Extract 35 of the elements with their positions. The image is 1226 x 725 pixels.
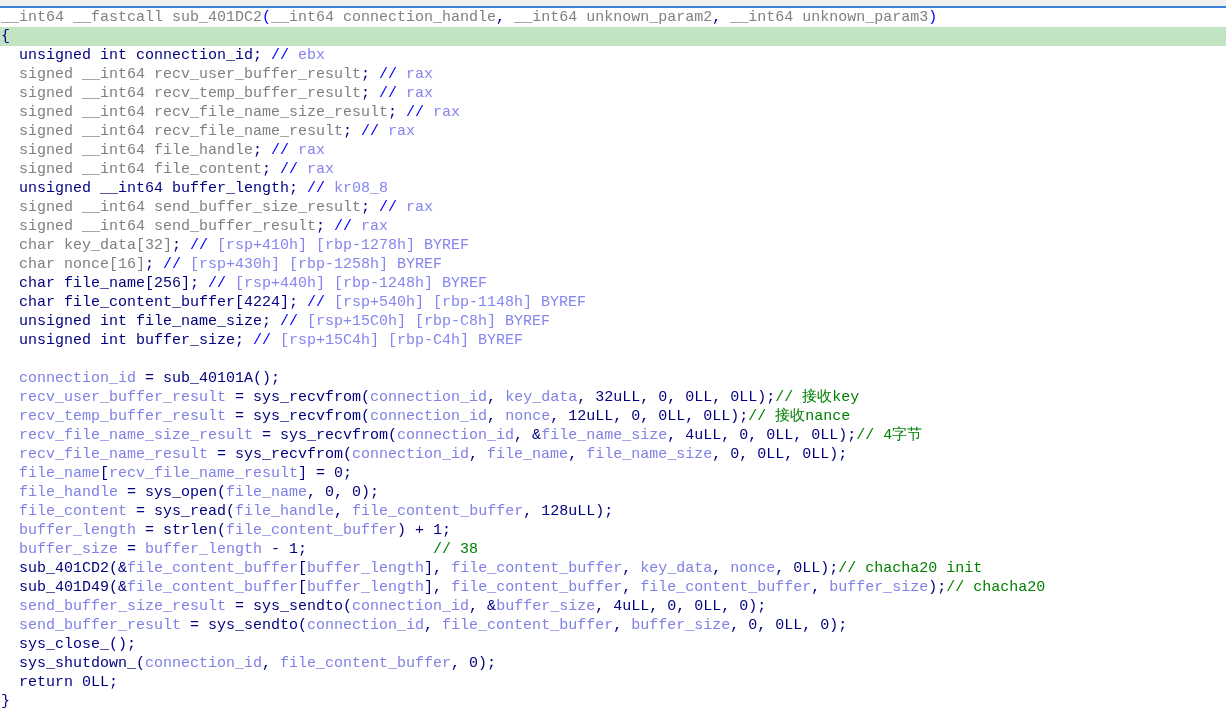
code-line: sys_shutdown_(connection_id, file_content_buffer, 0); (18, 654, 498, 673)
code-line: signed __int64 send_buffer_result; // rax (18, 217, 390, 236)
code-line: __int64 __fastcall sub_401DC2(__int64 connection_handle, __int64 unknown_param2, __int64 unknown_param3) (0, 8, 939, 27)
code-line: } (0, 692, 11, 711)
code-line: unsigned __int64 buffer_length; // kr08_8 (18, 179, 390, 198)
code-line: file_name[recv_file_name_result] = 0; (18, 464, 354, 483)
code-line: signed __int64 recv_file_name_size_result; // rax (18, 103, 462, 122)
code-line: send_buffer_result = sys_sendto(connection_id, file_content_buffer, buffer_size, 0, 0LL, 0); (18, 616, 849, 635)
code-line: sub_401D49(&file_content_buffer[buffer_length], file_content_buffer, file_content_buffer, buffer_size);// chacha20 (18, 578, 1047, 597)
code-line: file_content = sys_read(file_handle, file_content_buffer, 128uLL); (18, 502, 615, 521)
code-line: sub_401CD2(&file_content_buffer[buffer_length], file_content_buffer, key_data, nonce, 0LL);// chacha20 init (18, 559, 984, 578)
code-line: buffer_length = strlen(file_content_buffer) + 1; (18, 521, 453, 540)
code-line: recv_temp_buffer_result = sys_recvfrom(connection_id, nonce, 12uLL, 0, 0LL, 0LL);// 接收nance (18, 407, 852, 426)
code-line: sys_close_(); (18, 635, 138, 654)
code-line: char nonce[16]; // [rsp+430h] [rbp-1258h] BYREF (18, 255, 444, 274)
code-line: buffer_size = buffer_length - 1; // 38 (18, 540, 480, 559)
code-line: signed __int64 recv_user_buffer_result; // rax (18, 65, 435, 84)
code-line: signed __int64 file_content; // rax (18, 160, 336, 179)
code-line: char file_name[256]; // [rsp+440h] [rbp-1248h] BYREF (18, 274, 489, 293)
code-line: unsigned int buffer_size; // [rsp+15C4h] [rbp-C4h] BYREF (18, 331, 525, 350)
code-line: char key_data[32]; // [rsp+410h] [rbp-1278h] BYREF (18, 236, 471, 255)
code-line: signed __int64 send_buffer_size_result; // rax (18, 198, 435, 217)
code-line: send_buffer_size_result = sys_sendto(connection_id, &buffer_size, 4uLL, 0, 0LL, 0); (18, 597, 768, 616)
code-line: return 0LL; (18, 673, 120, 692)
code-line: recv_file_name_size_result = sys_recvfrom(connection_id, &file_name_size, 4uLL, 0, 0LL, 0LL);// 4字节 (18, 426, 924, 445)
code-line: file_handle = sys_open(file_name, 0, 0); (18, 483, 381, 502)
code-line: recv_file_name_result = sys_recvfrom(connection_id, file_name, file_name_size, 0, 0LL, 0LL); (18, 445, 849, 464)
code-line: char file_content_buffer[4224]; // [rsp+540h] [rbp-1148h] BYREF (18, 293, 588, 312)
code-line: signed __int64 recv_file_name_result; // rax (18, 122, 417, 141)
code-line: unsigned int file_name_size; // [rsp+15C0h] [rbp-C8h] BYREF (18, 312, 552, 331)
code-line: connection_id = sub_40101A(); (18, 369, 282, 388)
code-line: unsigned int connection_id; // ebx (18, 46, 327, 65)
code-line: signed __int64 recv_temp_buffer_result; // rax (18, 84, 435, 103)
code-line: signed __int64 file_handle; // rax (18, 141, 327, 160)
code-line: recv_user_buffer_result = sys_recvfrom(connection_id, key_data, 32uLL, 0, 0LL, 0LL);// 接收key (18, 388, 861, 407)
